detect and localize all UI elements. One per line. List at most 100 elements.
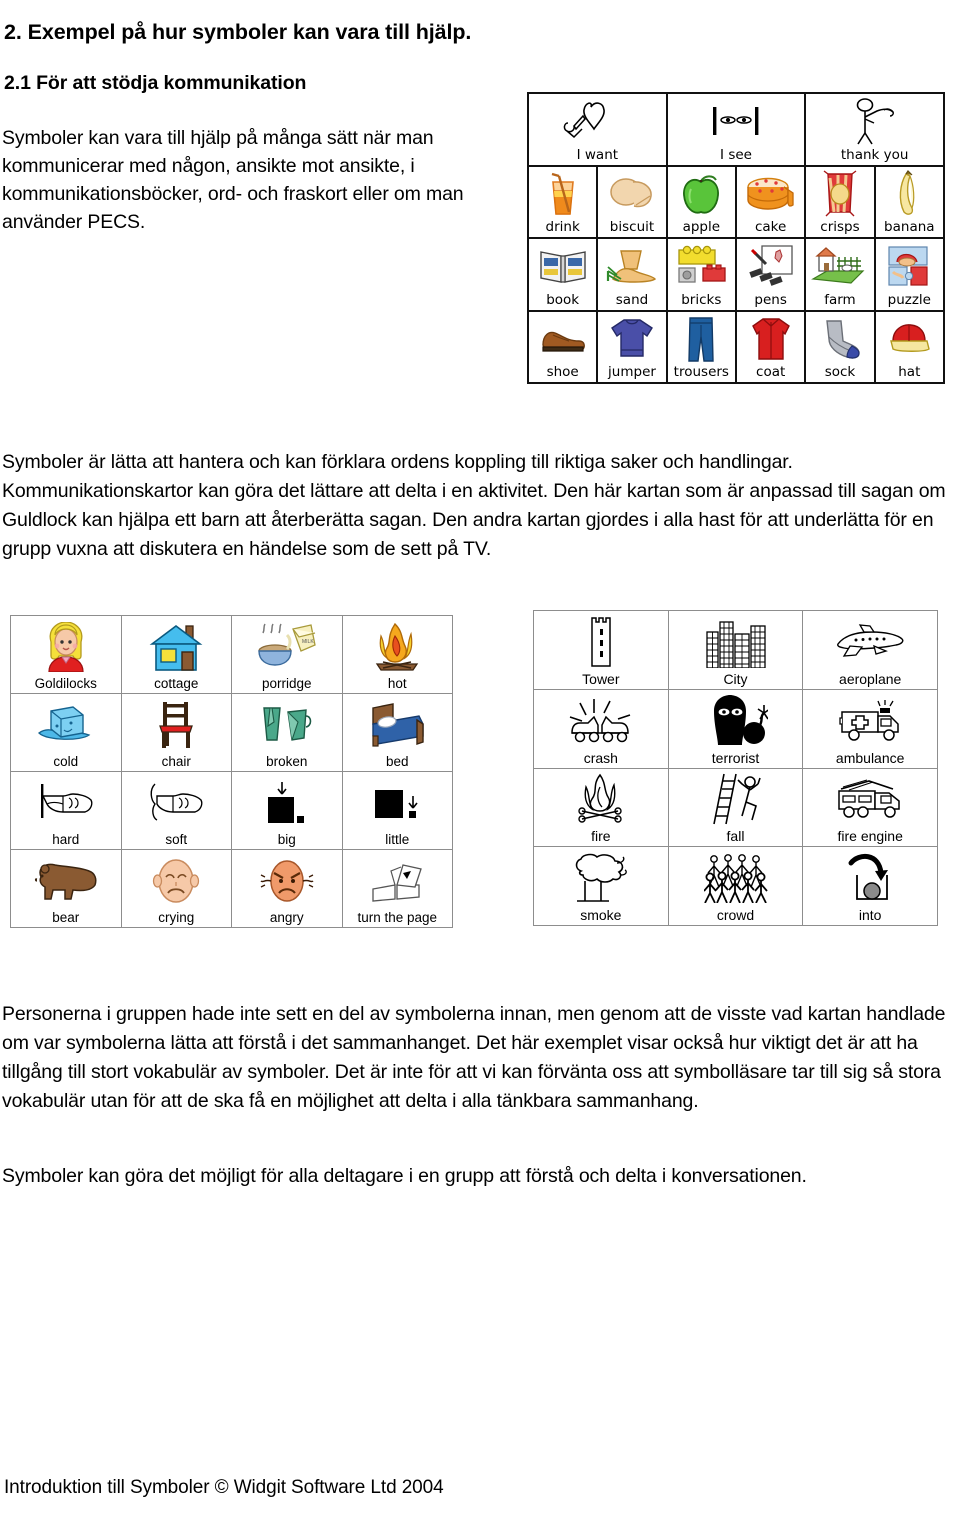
symbol-label: sock	[824, 364, 856, 380]
symbol-cell[interactable]: ambulance	[802, 689, 937, 768]
sand-icon	[599, 241, 664, 292]
symbol-label: banana	[884, 219, 935, 235]
bear-icon	[12, 852, 120, 909]
symbol-cell[interactable]: hard	[11, 772, 121, 849]
symbol-cell[interactable]: fire	[534, 769, 668, 847]
bed-icon	[344, 696, 452, 753]
symbol-cell[interactable]: book	[529, 239, 596, 310]
symbol-label: hot	[387, 676, 407, 691]
symbol-cell[interactable]: biscuit	[596, 166, 665, 237]
i-want-icon	[530, 96, 665, 147]
symbol-label: cold	[53, 754, 79, 769]
symbol-cell[interactable]: apple	[665, 166, 735, 237]
goldilocks-icon	[12, 618, 120, 675]
car-crash-icon	[535, 692, 667, 750]
symbol-cell[interactable]: fall	[667, 768, 803, 847]
page-title: 2. Exempel på hur symboler kan vara till…	[4, 20, 472, 45]
cottage-icon	[123, 618, 231, 675]
page-footer: Introduktion till Symboler © Widgit Soft…	[4, 1477, 444, 1498]
pens-icon	[738, 241, 803, 292]
angry-face-icon	[233, 852, 341, 909]
symbol-cell[interactable]: hot	[341, 616, 453, 693]
symbol-label: into	[858, 907, 882, 923]
symbol-label: Goldilocks	[34, 676, 97, 691]
symbol-cell[interactable]: broken	[231, 694, 342, 771]
symbol-cell[interactable]: coat	[734, 311, 804, 382]
symbol-cell[interactable]: jumper	[596, 311, 665, 382]
symbol-cell[interactable]: crash	[534, 690, 668, 768]
symbol-cell[interactable]: banana	[873, 166, 943, 237]
sock-icon	[807, 314, 872, 365]
symbol-cell[interactable]: cake	[734, 166, 804, 237]
symbol-cell[interactable]: cold	[11, 694, 121, 771]
hand-soft-icon	[123, 774, 231, 831]
symbol-cell[interactable]: into	[802, 847, 937, 925]
symbol-label: turn the page	[357, 910, 438, 925]
thank-you-icon	[807, 96, 942, 147]
city-icon	[670, 613, 802, 671]
symbol-cell[interactable]: farm	[804, 239, 873, 310]
symbol-label: crying	[158, 910, 195, 925]
symbol-cell[interactable]: I want	[529, 94, 666, 165]
symbol-cell[interactable]: sand	[596, 239, 665, 310]
symbol-cell[interactable]: thank you	[804, 94, 943, 165]
little-square-icon	[344, 774, 452, 831]
trousers-icon	[669, 314, 734, 365]
bricks-icon	[669, 241, 734, 292]
symbol-label: ambulance	[835, 749, 905, 766]
symbol-cell[interactable]: big	[231, 772, 342, 849]
symbol-cell[interactable]: smoke	[534, 847, 668, 925]
shoe-icon	[530, 314, 595, 365]
symbol-cell[interactable]: puzzle	[873, 239, 943, 310]
symbol-cell[interactable]: soft	[120, 772, 232, 849]
svg-text:MILK: MILK	[302, 639, 314, 645]
symbol-cell[interactable]: bed	[341, 694, 453, 771]
symbol-cell[interactable]: cottage	[120, 616, 232, 693]
symbol-label: terrorist	[711, 749, 760, 766]
hand-hard-icon	[12, 774, 120, 831]
symbol-cell[interactable]: crowd	[667, 847, 803, 925]
symbol-cell[interactable]: I see	[665, 94, 805, 165]
symbol-cell[interactable]: drink	[529, 167, 596, 238]
grid-row: I want I see thank you	[529, 94, 943, 165]
symbol-cell[interactable]: hat	[873, 311, 943, 382]
symbol-cell[interactable]: terrorist	[667, 689, 803, 768]
symbol-cell[interactable]: trousers	[665, 311, 735, 382]
symbol-label: coat	[756, 364, 786, 380]
grid-row: crash terrorist ambulance	[534, 688, 937, 768]
symbol-cell[interactable]: sock	[804, 311, 873, 382]
symbol-cell[interactable]: MILK porridge	[231, 616, 342, 693]
symbol-cell[interactable]: Goldilocks	[11, 616, 121, 693]
broken-cup-icon	[233, 696, 341, 753]
symbol-cell[interactable]: chair	[120, 694, 232, 771]
banana-icon	[877, 169, 942, 220]
symbol-cell[interactable]: fire engine	[802, 768, 937, 847]
farm-icon	[807, 241, 872, 292]
symbol-cell[interactable]: angry	[231, 850, 342, 927]
symbol-cell[interactable]: little	[341, 772, 453, 849]
turn-page-icon	[344, 852, 452, 909]
symbol-cell[interactable]: crisps	[804, 166, 873, 237]
grid-row: smoke crowd into	[534, 846, 937, 925]
symbol-cell[interactable]: turn the page	[341, 850, 453, 927]
symbol-label: Tower	[582, 670, 620, 687]
symbol-cell[interactable]: crying	[120, 850, 232, 927]
porridge-icon: MILK	[233, 618, 341, 675]
cake-icon	[738, 169, 803, 220]
symbol-cell[interactable]: aeroplane	[802, 611, 937, 689]
symbol-label: aeroplane	[839, 670, 902, 687]
section-heading-2-1: 2.1 För att stödja kommunikation	[4, 72, 307, 95]
symbol-cell[interactable]: shoe	[529, 312, 596, 383]
symbol-label: biscuit	[609, 219, 655, 235]
symbol-label: shoe	[546, 364, 579, 380]
symbol-cell[interactable]: City	[667, 611, 803, 689]
symbol-label: chair	[161, 754, 191, 769]
grid-row: book sand bricks pens farm puzzle	[529, 237, 943, 310]
symbol-cell[interactable]: bear	[11, 850, 121, 927]
symbol-cell[interactable]: bricks	[665, 239, 735, 310]
symbol-cell[interactable]: Tower	[534, 611, 668, 689]
symbol-cell[interactable]: pens	[734, 239, 804, 310]
symbol-label: hard	[52, 832, 80, 847]
grid-row: Tower City aeroplane	[534, 611, 937, 689]
symbol-label: soft	[165, 832, 188, 847]
